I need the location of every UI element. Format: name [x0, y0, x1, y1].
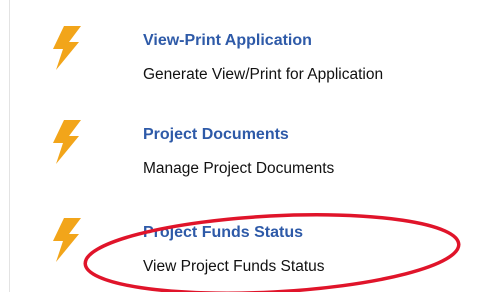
menu-item-project-funds-status[interactable]: Project Funds Status View Project Funds …	[0, 212, 485, 282]
menu-item-title[interactable]: Project Documents	[143, 126, 289, 144]
lightning-bolt-icon	[53, 120, 81, 164]
menu-item-view-print-application[interactable]: View-Print Application Generate View/Pri…	[0, 20, 485, 90]
menu-item-description: Generate View/Print for Application	[143, 66, 384, 83]
menu-item-description: View Project Funds Status	[143, 258, 325, 275]
lightning-bolt-icon	[53, 218, 81, 262]
menu-item-title[interactable]: View-Print Application	[143, 32, 312, 50]
menu-item-description: Manage Project Documents	[143, 160, 335, 177]
lightning-bolt-icon	[53, 26, 81, 70]
menu-item-project-documents[interactable]: Project Documents Manage Project Documen…	[0, 114, 485, 184]
menu-item-title[interactable]: Project Funds Status	[143, 224, 303, 242]
